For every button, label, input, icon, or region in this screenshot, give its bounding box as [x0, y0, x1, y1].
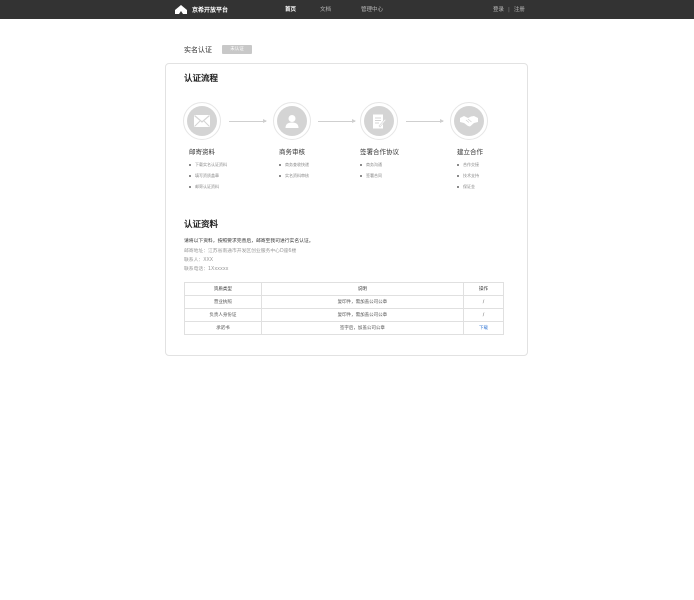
materials-title: 认证资料 — [184, 220, 219, 230]
table-cell: 复印件，需加盖公司公章 — [260, 308, 465, 322]
table-cell: 签字后，加盖公司公章 — [260, 321, 465, 335]
list-item: 填写资质盖章 — [189, 172, 227, 183]
page-title: 实名认证 — [184, 46, 212, 54]
table-row: 营业执照 复印件，需加盖公司公章 / — [184, 295, 504, 309]
step-4-icon-wrap — [450, 102, 488, 140]
brand-name: 京希开放平台 — [192, 7, 229, 14]
auth-links: 登录 | 注册 — [493, 5, 525, 13]
table-cell: 承诺书 — [184, 321, 262, 335]
step-3-list: 商务沟通 签署合同 — [360, 161, 382, 183]
nav-docs[interactable]: 文档 — [320, 5, 331, 13]
table-row: 承诺书 签字后，加盖公司公章 下载 — [184, 321, 504, 335]
table-cell: 负责人身份证 — [184, 308, 262, 322]
list-item: 技术支持 — [457, 172, 479, 183]
step-3-icon-wrap — [360, 102, 398, 140]
list-item: 实名资料审核 — [279, 172, 309, 183]
download-link[interactable]: 下载 — [479, 326, 488, 331]
materials-intro: 请将以下资料，按照要求完善后，邮寄至我司进行实名认证。 — [184, 239, 314, 244]
step-1-icon-wrap — [183, 102, 221, 140]
list-item: 保证金 — [457, 183, 479, 194]
nav-home[interactable]: 首页 — [285, 5, 296, 13]
register-link[interactable]: 注册 — [514, 7, 525, 13]
table-cell: 下载 — [463, 321, 504, 335]
nav-admin[interactable]: 管理中心 — [361, 5, 383, 13]
step-4-list: 合作交接 技术支持 保证金 — [457, 161, 479, 194]
brand-logo-icon — [175, 5, 187, 14]
table-cell: 营业执照 — [184, 295, 262, 309]
column-header: 说明 — [260, 282, 465, 296]
top-navbar: 京希开放平台 首页 文档 管理中心 登录 | 注册 — [0, 0, 694, 19]
contract-icon — [373, 114, 386, 128]
table-cell: / — [463, 295, 504, 309]
list-item: 商务沟通 — [360, 161, 382, 172]
materials-table: 资质类型 说明 操作 营业执照 复印件，需加盖公司公章 / 负责人身份证 复印件… — [184, 282, 504, 335]
list-item: 下载实名认证资料 — [189, 161, 227, 172]
auth-separator: | — [508, 7, 510, 13]
list-item: 商务查收快递 — [279, 161, 309, 172]
table-cell: / — [463, 308, 504, 322]
process-title: 认证流程 — [184, 74, 219, 84]
status-badge: 未认证 — [222, 45, 252, 54]
step-2-list: 商务查收快递 实名资料审核 — [279, 161, 309, 183]
step-2-icon-wrap — [273, 102, 311, 140]
step-1-list: 下载实名认证资料 填写资质盖章 邮寄认证资料 — [189, 161, 227, 194]
mailing-address: 邮寄地址：江苏省南通市开发区创业服务中心D座6楼 — [184, 249, 297, 254]
table-row: 负责人身份证 复印件，需加盖公司公章 / — [184, 308, 504, 322]
handshake-icon — [460, 116, 478, 127]
column-header: 资质类型 — [184, 282, 262, 296]
column-header: 操作 — [463, 282, 504, 296]
step-arrow — [318, 119, 356, 123]
step-arrow — [229, 119, 267, 123]
list-item: 签署合同 — [360, 172, 382, 183]
step-2-title: 商务审核 — [279, 148, 305, 156]
contact-phone: 联系电话：1Xxxxxx — [184, 267, 229, 272]
step-1-title: 邮寄资料 — [189, 148, 215, 156]
step-arrow — [406, 119, 444, 123]
list-item: 合作交接 — [457, 161, 479, 172]
list-item: 邮寄认证资料 — [189, 183, 227, 194]
envelope-icon — [194, 115, 210, 127]
step-4-title: 建立合作 — [457, 148, 483, 156]
user-icon — [285, 115, 299, 128]
table-cell: 复印件，需加盖公司公章 — [260, 295, 465, 309]
login-link[interactable]: 登录 — [493, 7, 504, 13]
brand[interactable]: 京希开放平台 — [175, 4, 228, 15]
step-3-title: 签署合作协议 — [360, 148, 399, 156]
table-header-row: 资质类型 说明 操作 — [184, 282, 504, 296]
contact-person: 联系人：XXX — [184, 258, 214, 263]
